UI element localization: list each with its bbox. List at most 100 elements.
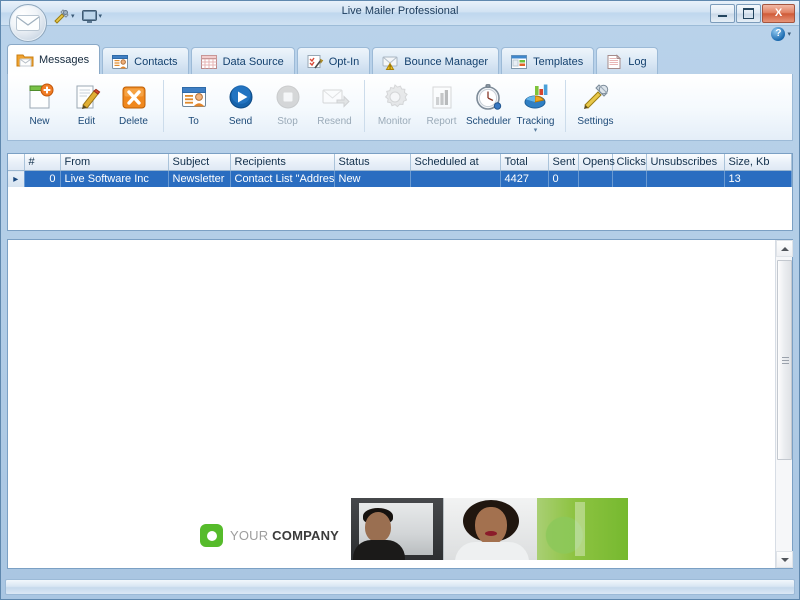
column-header-clicks[interactable]: Clicks [612, 154, 647, 171]
tab-templates[interactable]: Templates [501, 47, 595, 75]
stop-button-label: Stop [277, 116, 298, 127]
message-preview-panel: YOUR COMPANY Latest News mm/dd/yy news h… [7, 239, 793, 569]
cell-opens [578, 170, 613, 187]
send-button[interactable]: Send [217, 78, 264, 127]
tab-data-source[interactable]: Data Source [190, 47, 295, 75]
monitor-button: Monitor [371, 78, 418, 127]
application-window: Live Mailer Professional X ▾ ▾ ? ▾ Messa… [0, 0, 800, 600]
tracking-chevron-down-icon[interactable]: ▾ [534, 127, 538, 134]
tab-messages[interactable]: Messages [7, 44, 101, 75]
chevron-down-icon [780, 557, 789, 562]
company-logo: YOUR COMPANY [200, 524, 339, 547]
email-preview: YOUR COMPANY Latest News mm/dd/yy news h… [8, 240, 774, 568]
table-row[interactable]: ▸ 0 Live Software Inc Newsletter Contact… [8, 170, 792, 187]
delete-button[interactable]: Delete [110, 78, 157, 127]
tab-log[interactable]: Log [596, 47, 658, 75]
bounce-warning-icon [381, 54, 399, 70]
qat-monitor-button[interactable]: ▾ [79, 7, 105, 26]
table-header-row: # From Subject Recipients Status Schedul… [8, 154, 792, 171]
settings-button[interactable]: Settings [572, 78, 619, 127]
ribbon-group-send: To Send Stop Resend [170, 78, 358, 127]
tab-label: Messages [39, 54, 90, 66]
edit-pencil-icon [71, 81, 103, 113]
help-control[interactable]: ? ▾ [771, 27, 791, 41]
new-button[interactable]: New [16, 78, 63, 127]
delete-button-label: Delete [119, 116, 148, 127]
tools-icon [54, 8, 69, 24]
bar-chart-icon [426, 81, 458, 113]
scheduler-button-label: Scheduler [465, 116, 512, 127]
help-icon[interactable]: ? [771, 27, 786, 41]
stop-square-icon [272, 81, 304, 113]
messages-table: # From Subject Recipients Status Schedul… [8, 154, 792, 187]
report-button: Report [418, 78, 465, 127]
cell-size-kb: 13 [724, 170, 792, 187]
monitor-button-label: Monitor [377, 116, 412, 127]
banner-woman-lips [485, 531, 497, 536]
edit-button[interactable]: Edit [63, 78, 110, 127]
cell-total: 4427 [500, 170, 549, 187]
report-button-label: Report [426, 116, 457, 127]
column-header-scheduled-at[interactable]: Scheduled at [410, 154, 501, 171]
scrollbar-thumb[interactable] [777, 260, 792, 460]
window-title: Live Mailer Professional [341, 5, 459, 17]
tab-opt-in[interactable]: Opt-In [296, 47, 371, 75]
contacts-icon [111, 54, 129, 70]
scheduler-button[interactable]: Scheduler [465, 78, 512, 127]
people-photo-banner [351, 498, 628, 560]
tracking-button-label: Tracking [516, 116, 555, 127]
resend-arrow-icon [319, 81, 351, 113]
cell-clicks [612, 170, 647, 187]
logo-text: YOUR COMPANY [230, 528, 339, 543]
qat-tools-arrow[interactable]: ▾ [71, 12, 75, 20]
column-header-unsubscribes[interactable]: Unsubscribes [646, 154, 725, 171]
tab-label: Data Source [222, 55, 284, 68]
banner-green-blur [537, 498, 628, 560]
cell-subject: Newsletter [168, 170, 231, 187]
minimize-icon [711, 5, 734, 22]
column-header-sent[interactable]: Sent [548, 154, 579, 171]
column-header-recipients[interactable]: Recipients [230, 154, 335, 171]
scroll-down-button[interactable] [776, 551, 793, 568]
help-chevron-down-icon[interactable]: ▾ [787, 30, 791, 38]
column-header-status[interactable]: Status [334, 154, 411, 171]
template-window-icon [510, 54, 528, 70]
to-button[interactable]: To [170, 78, 217, 127]
preview-vertical-scrollbar[interactable] [775, 240, 793, 568]
messages-grid[interactable]: # From Subject Recipients Status Schedul… [7, 153, 793, 231]
settings-button-label: Settings [577, 116, 614, 127]
maximize-button[interactable] [736, 4, 761, 23]
logo-dot [206, 530, 217, 541]
tracking-button[interactable]: Tracking ▾ [512, 78, 559, 134]
qat-tools-button[interactable]: ▾ [51, 7, 77, 26]
column-header-total[interactable]: Total [500, 154, 549, 171]
column-header-from[interactable]: From [60, 154, 169, 171]
log-page-icon [605, 53, 623, 70]
minimize-button[interactable] [710, 4, 735, 23]
to-button-label: To [188, 116, 199, 127]
green-rounded-square-icon [200, 524, 223, 547]
logo-prefix: YOUR [230, 528, 269, 543]
column-header-num[interactable]: # [24, 154, 61, 171]
contact-card-icon [178, 81, 210, 113]
ribbon-group-analysis: Monitor Report Scheduler Tracking ▾ [371, 78, 559, 134]
tab-contacts[interactable]: Contacts [102, 47, 189, 75]
email-template: YOUR COMPANY Latest News mm/dd/yy news h… [8, 240, 774, 568]
stop-button: Stop [264, 78, 311, 127]
column-header-size-kb[interactable]: Size, Kb [724, 154, 792, 171]
tab-label: Opt-In [328, 55, 360, 68]
column-header-subject[interactable]: Subject [168, 154, 231, 171]
ribbon-toolbar: New Edit Delete To Send Stop Resend Moni… [7, 74, 793, 141]
column-header-opens[interactable]: Opens [578, 154, 615, 171]
close-button[interactable]: X [762, 4, 795, 23]
envelope-icon [16, 15, 40, 31]
banner-woman-body [455, 542, 529, 560]
qat-monitor-arrow[interactable]: ▾ [99, 12, 103, 20]
ribbon-group-settings: Settings [572, 78, 619, 127]
tab-bounce-manager[interactable]: Bounce Manager [372, 47, 500, 75]
pie-chart-icon [520, 81, 552, 113]
scrollbar-grip-icon [782, 357, 789, 364]
application-menu-button[interactable] [9, 4, 47, 42]
scroll-up-button[interactable] [776, 240, 793, 257]
ribbon-separator [565, 80, 566, 132]
